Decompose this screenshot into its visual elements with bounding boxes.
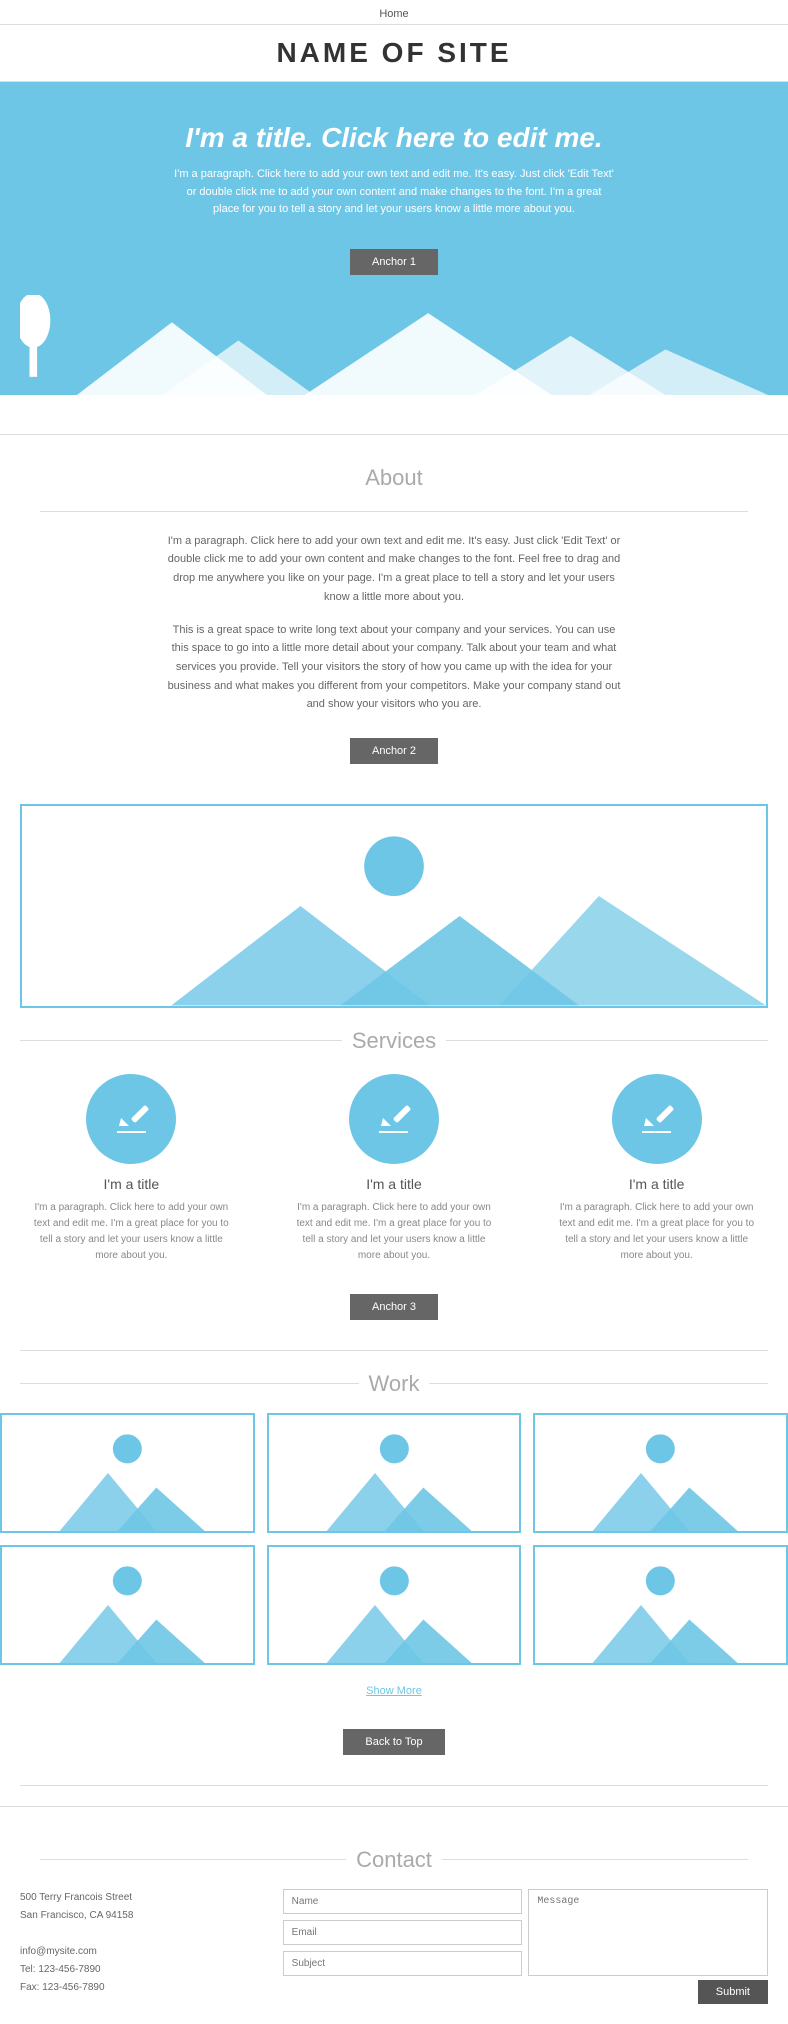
contact-submit-button[interactable]: Submit — [698, 1980, 768, 2004]
services-line-left — [20, 1040, 342, 1041]
contact-info: 500 Terry Francois Street San Francisco,… — [20, 1889, 263, 2004]
contact-form-fields — [283, 1889, 768, 1976]
work-item-2[interactable] — [267, 1413, 522, 1533]
service-title-2[interactable]: I'm a title — [294, 1176, 494, 1192]
about-paragraph-2[interactable]: This is a great space to write long text… — [164, 621, 624, 714]
large-image-inner — [22, 806, 766, 1006]
back-to-top-button[interactable]: Back to Top — [343, 1729, 444, 1755]
contact-line-left — [40, 1859, 346, 1860]
work-line-left — [20, 1383, 359, 1384]
show-more-wrap: Show More — [0, 1681, 788, 1699]
contact-header: Contact — [40, 1847, 748, 1873]
back-to-top-wrap: Back to Top — [0, 1709, 788, 1785]
contact-address-1: 500 Terry Francois Street — [20, 1889, 263, 1907]
spacer-1 — [0, 395, 788, 435]
nav-home[interactable]: Home — [379, 8, 408, 20]
contact-section: Contact 500 Terry Francois Street San Fr… — [0, 1806, 788, 2024]
show-more-link[interactable]: Show More — [366, 1685, 422, 1697]
work-grid — [0, 1413, 788, 1665]
anchor-3-button[interactable]: Anchor 3 — [350, 1294, 438, 1320]
work-header: Work — [20, 1371, 768, 1397]
contact-email[interactable]: info@mysite.com — [20, 1943, 263, 1961]
services-section: Services I'm a title I'm a paragraph. Cl… — [0, 1028, 788, 1350]
top-nav: Home — [0, 0, 788, 25]
work-item-4[interactable] — [0, 1545, 255, 1665]
site-title: NAME OF SITE — [0, 25, 788, 82]
service-item-3: I'm a title I'm a paragraph. Click here … — [557, 1074, 757, 1264]
service-icon-2 — [349, 1074, 439, 1164]
hero-paragraph[interactable]: I'm a paragraph. Click here to add your … — [174, 166, 614, 219]
service-item-1: I'm a title I'm a paragraph. Click here … — [31, 1074, 231, 1264]
contact-name-input[interactable] — [283, 1889, 523, 1914]
contact-form: Submit — [283, 1889, 768, 2004]
service-item-2: I'm a title I'm a paragraph. Click here … — [294, 1074, 494, 1264]
work-contact-divider — [20, 1785, 768, 1786]
contact-tel: Tel: 123-456-7890 — [20, 1961, 263, 1979]
work-item-6[interactable] — [533, 1545, 788, 1665]
service-text-2[interactable]: I'm a paragraph. Click here to add your … — [294, 1200, 494, 1264]
work-item-5[interactable] — [267, 1545, 522, 1665]
service-title-3[interactable]: I'm a title — [557, 1176, 757, 1192]
contact-subject-input[interactable] — [283, 1951, 523, 1976]
service-icon-1 — [86, 1074, 176, 1164]
contact-grid: 500 Terry Francois Street San Francisco,… — [20, 1889, 768, 2004]
about-paragraph-1[interactable]: I'm a paragraph. Click here to add your … — [164, 532, 624, 607]
work-section: Work — [0, 1371, 788, 1785]
hero-section: I'm a title. Click here to edit me. I'm … — [0, 82, 788, 395]
about-divider — [40, 511, 748, 512]
anchor-1-button[interactable]: Anchor 1 — [350, 249, 438, 275]
work-title: Work — [369, 1371, 420, 1397]
hero-title[interactable]: I'm a title. Click here to edit me. — [20, 122, 768, 154]
anchor-2-button[interactable]: Anchor 2 — [350, 738, 438, 764]
service-title-1[interactable]: I'm a title — [31, 1176, 231, 1192]
contact-line-right — [442, 1859, 748, 1860]
services-title: Services — [352, 1028, 436, 1054]
work-item-3[interactable] — [533, 1413, 788, 1533]
services-line-right — [446, 1040, 768, 1041]
work-line-right — [429, 1383, 768, 1384]
service-text-3[interactable]: I'm a paragraph. Click here to add your … — [557, 1200, 757, 1264]
about-title: About — [20, 465, 768, 491]
hero-mountains-graphic — [20, 295, 768, 395]
service-text-1[interactable]: I'm a paragraph. Click here to add your … — [31, 1200, 231, 1264]
services-grid: I'm a title I'm a paragraph. Click here … — [0, 1074, 788, 1264]
contact-message-input[interactable] — [528, 1889, 768, 1976]
about-section: About I'm a paragraph. Click here to add… — [0, 435, 788, 804]
contact-title: Contact — [356, 1847, 432, 1873]
services-work-divider — [20, 1350, 768, 1351]
contact-address-2: San Francisco, CA 94158 — [20, 1907, 263, 1925]
work-item-1[interactable] — [0, 1413, 255, 1533]
service-icon-3 — [612, 1074, 702, 1164]
services-header: Services — [20, 1028, 768, 1054]
contact-fax: Fax: 123-456-7890 — [20, 1979, 263, 1997]
anchor-3-wrap: Anchor 3 — [0, 1284, 788, 1350]
contact-email-input[interactable] — [283, 1920, 523, 1945]
large-image-placeholder — [20, 804, 768, 1008]
